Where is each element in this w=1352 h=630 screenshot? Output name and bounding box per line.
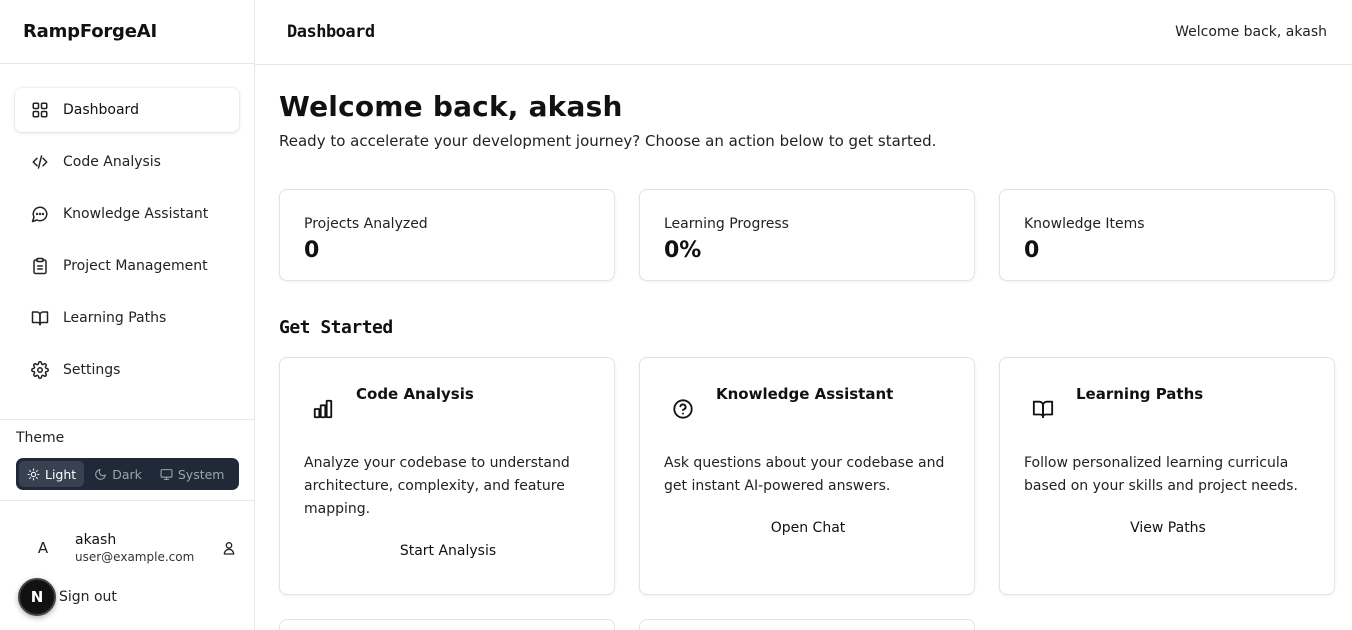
action-description: Ask questions about your codebase and ge… (664, 455, 945, 494)
view-paths-button[interactable]: View Paths (1024, 520, 1312, 536)
stat-label: Projects Analyzed (304, 216, 428, 232)
action-title: Knowledge Assistant (716, 385, 894, 403)
theme-option-light[interactable]: Light (19, 461, 85, 487)
stat-value: 0 (304, 238, 320, 263)
sign-out-label: Sign out (59, 589, 117, 605)
top-bar: Dashboard Welcome back, akash (255, 0, 1352, 65)
user-profile: A akash user@example.com (23, 528, 237, 568)
gear-icon (31, 361, 49, 379)
welcome-subtitle: Ready to accelerate your development jou… (279, 132, 937, 150)
welcome-heading: Welcome back, akash (279, 90, 623, 123)
action-card-learning-paths: Learning Paths Follow personalized learn… (999, 357, 1335, 595)
sidebar-item-label: Project Management (63, 258, 208, 274)
sidebar-item-label: Learning Paths (63, 310, 167, 326)
stat-card-learning-progress: Learning Progress 0% (639, 189, 975, 281)
open-chat-button[interactable]: Open Chat (664, 520, 952, 536)
theme-option-dark[interactable]: Dark (86, 461, 150, 487)
user-icon[interactable] (221, 540, 237, 556)
theme-option-system[interactable]: System (152, 461, 233, 487)
action-title: Learning Paths (1076, 385, 1204, 403)
action-description: Analyze your codebase to understand arch… (304, 455, 570, 517)
stat-label: Knowledge Items (1024, 216, 1145, 232)
sidebar-item-learning-paths[interactable]: Learning Paths (15, 296, 239, 340)
action-card-partial (639, 619, 975, 630)
brand-logo[interactable]: RampForgeAI (0, 0, 254, 64)
theme-option-label: System (177, 466, 225, 482)
stat-value: 0 (1024, 238, 1040, 263)
theme-label: Theme (16, 430, 65, 446)
code-icon (31, 153, 49, 171)
header-welcome: Welcome back, akash (1175, 24, 1327, 40)
monitor-icon (160, 468, 173, 480)
sidebar-item-label: Dashboard (63, 102, 139, 118)
action-cards: Code Analysis Analyze your codebase to u… (279, 357, 1335, 595)
sidebar-item-project-management[interactable]: Project Management (15, 244, 239, 288)
sidebar-item-dashboard[interactable]: Dashboard (15, 88, 239, 132)
sidebar-item-label: Knowledge Assistant (63, 206, 209, 222)
section-title: Get Started (279, 317, 393, 338)
sidebar: RampForgeAI Dashboard Code Analysis Know… (0, 0, 255, 630)
start-analysis-button[interactable]: Start Analysis (304, 543, 592, 559)
stat-label: Learning Progress (664, 216, 789, 232)
more-action-cards (279, 619, 975, 630)
user-info: akash user@example.com (75, 532, 221, 564)
moon-icon (95, 468, 107, 480)
sidebar-item-settings[interactable]: Settings (15, 348, 239, 392)
sun-icon (27, 468, 40, 480)
action-title: Code Analysis (356, 385, 474, 403)
user-name: akash (75, 532, 117, 548)
main-content: Welcome back, akash Ready to accelerate … (279, 65, 1336, 630)
stats-row: Projects Analyzed 0 Learning Progress 0%… (279, 189, 1335, 281)
grid-icon (31, 101, 49, 119)
sidebar-item-label: Settings (63, 362, 121, 378)
action-card-code-analysis: Code Analysis Analyze your codebase to u… (279, 357, 615, 595)
clipboard-icon (31, 257, 49, 275)
chat-bubble-icon (31, 205, 49, 223)
stat-card-projects: Projects Analyzed 0 (279, 189, 615, 281)
next-badge-icon[interactable]: N (18, 578, 56, 616)
user-email: user@example.com (75, 550, 195, 564)
bar-chart-icon (313, 399, 333, 419)
book-open-icon (1032, 400, 1054, 419)
sidebar-item-knowledge-assistant[interactable]: Knowledge Assistant (15, 192, 239, 236)
avatar: A (37, 539, 49, 557)
theme-section: Theme Light Dark System (0, 419, 254, 501)
sign-out-button[interactable]: N Sign out (18, 578, 117, 616)
sidebar-item-label: Code Analysis (63, 154, 161, 170)
action-description: Follow personalized learning curricula b… (1024, 455, 1298, 494)
theme-option-label: Light (45, 466, 77, 482)
help-circle-icon (673, 399, 693, 419)
theme-toggle: Light Dark System (16, 458, 239, 490)
sidebar-item-code-analysis[interactable]: Code Analysis (15, 140, 239, 184)
stat-value: 0% (664, 238, 702, 263)
stat-card-knowledge-items: Knowledge Items 0 (999, 189, 1335, 281)
action-card-partial (279, 619, 615, 630)
book-open-icon (31, 309, 49, 327)
page-title: Dashboard (287, 22, 375, 42)
sidebar-nav: Dashboard Code Analysis Knowledge Assist… (0, 64, 254, 392)
action-card-knowledge-assistant: Knowledge Assistant Ask questions about … (639, 357, 975, 595)
theme-option-label: Dark (112, 466, 142, 482)
